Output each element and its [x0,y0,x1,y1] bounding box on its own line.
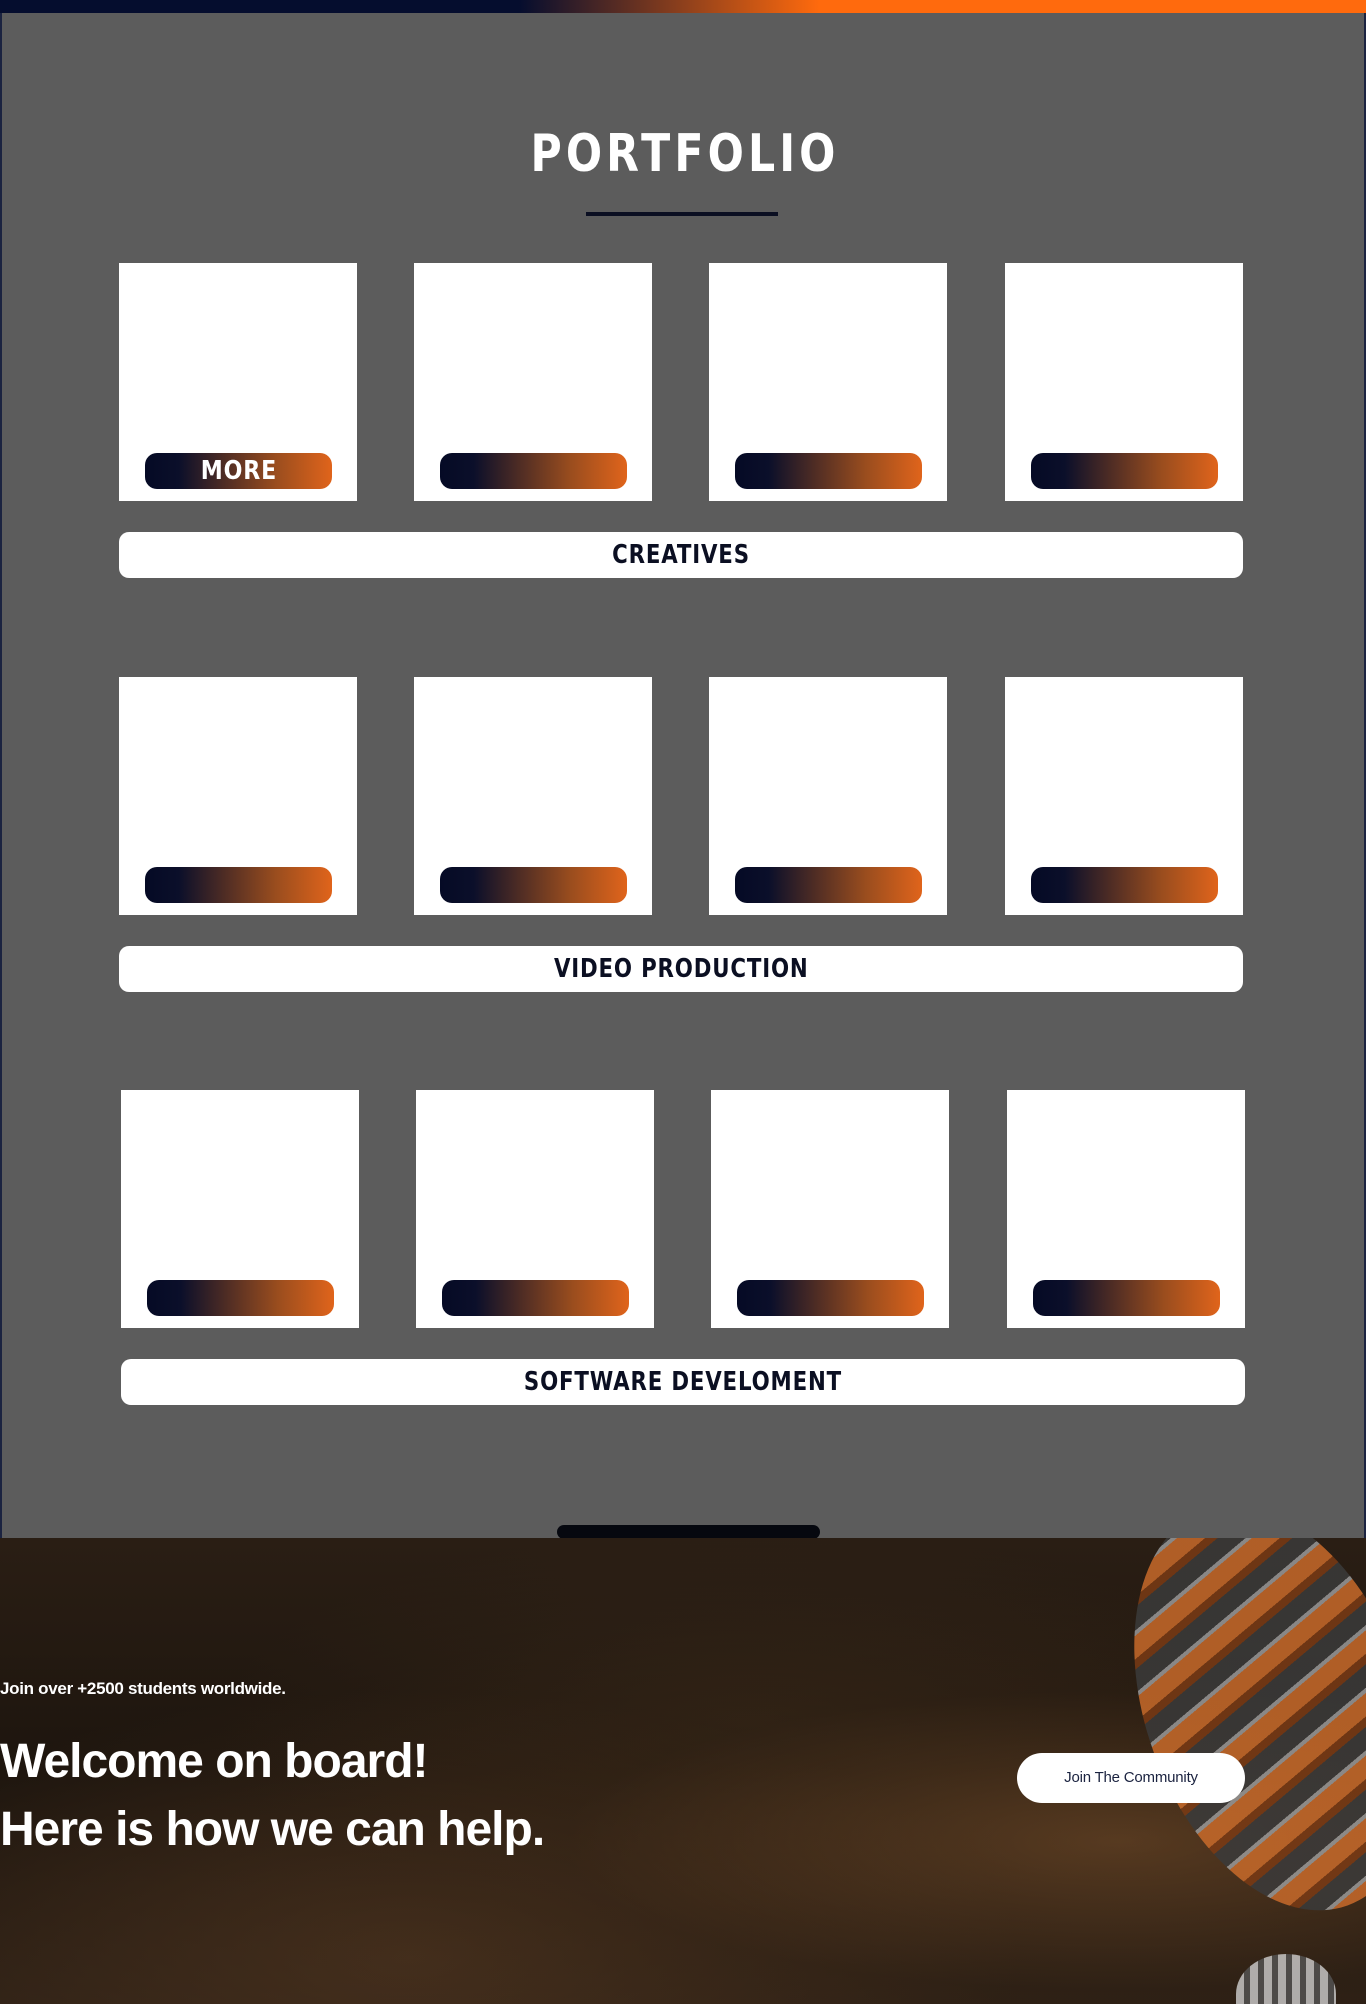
community-hero: Join over +2500 students worldwide. Welc… [0,1538,1366,2004]
hero-tagline: Join over +2500 students worldwide. [0,1679,286,1698]
card-button[interactable] [442,1280,629,1316]
portfolio-card [1007,1090,1245,1328]
card-button[interactable] [147,1280,334,1316]
portfolio-card [416,1090,654,1328]
card-button[interactable] [1031,453,1218,489]
decorative-basket-image [1236,1954,1336,2004]
portfolio-card [414,677,652,915]
card-button[interactable] [735,453,922,489]
page-title: PORTFOLIO [530,124,840,184]
card-button[interactable] [145,867,332,903]
card-button[interactable] [737,1280,924,1316]
portfolio-section: PORTFOLIO MORE CREATIVES VIDEO PRODUCTIO… [0,13,1366,1539]
category-bar-creatives[interactable]: CREATIVES [119,532,1243,578]
portfolio-card [1005,263,1243,501]
card-button[interactable] [735,867,922,903]
portfolio-card [1005,677,1243,915]
portfolio-card [711,1090,949,1328]
scroll-indicator[interactable] [557,1525,820,1539]
hero-heading-line2: Here is how we can help. [0,1803,545,1856]
card-button[interactable] [1031,867,1218,903]
top-gradient-bar [0,0,1366,13]
portfolio-card: MORE [119,263,357,501]
category-bar-software-development[interactable]: SOFTWARE DEVELOMENT [121,1359,1245,1405]
title-underline [586,212,778,216]
card-button[interactable] [1033,1280,1220,1316]
hero-heading-line1: Welcome on board! [0,1735,429,1788]
card-button[interactable] [440,867,627,903]
more-button[interactable]: MORE [145,453,332,489]
decorative-jewelry-image [1082,1538,1366,1950]
portfolio-card [709,263,947,501]
portfolio-card [414,263,652,501]
category-bar-video-production[interactable]: VIDEO PRODUCTION [119,946,1243,992]
join-community-button[interactable]: Join The Community [1017,1753,1245,1803]
portfolio-card [119,677,357,915]
portfolio-card [121,1090,359,1328]
card-button[interactable] [440,453,627,489]
hero-heading: Welcome on board! Here is how we can hel… [0,1728,545,1864]
portfolio-card [709,677,947,915]
